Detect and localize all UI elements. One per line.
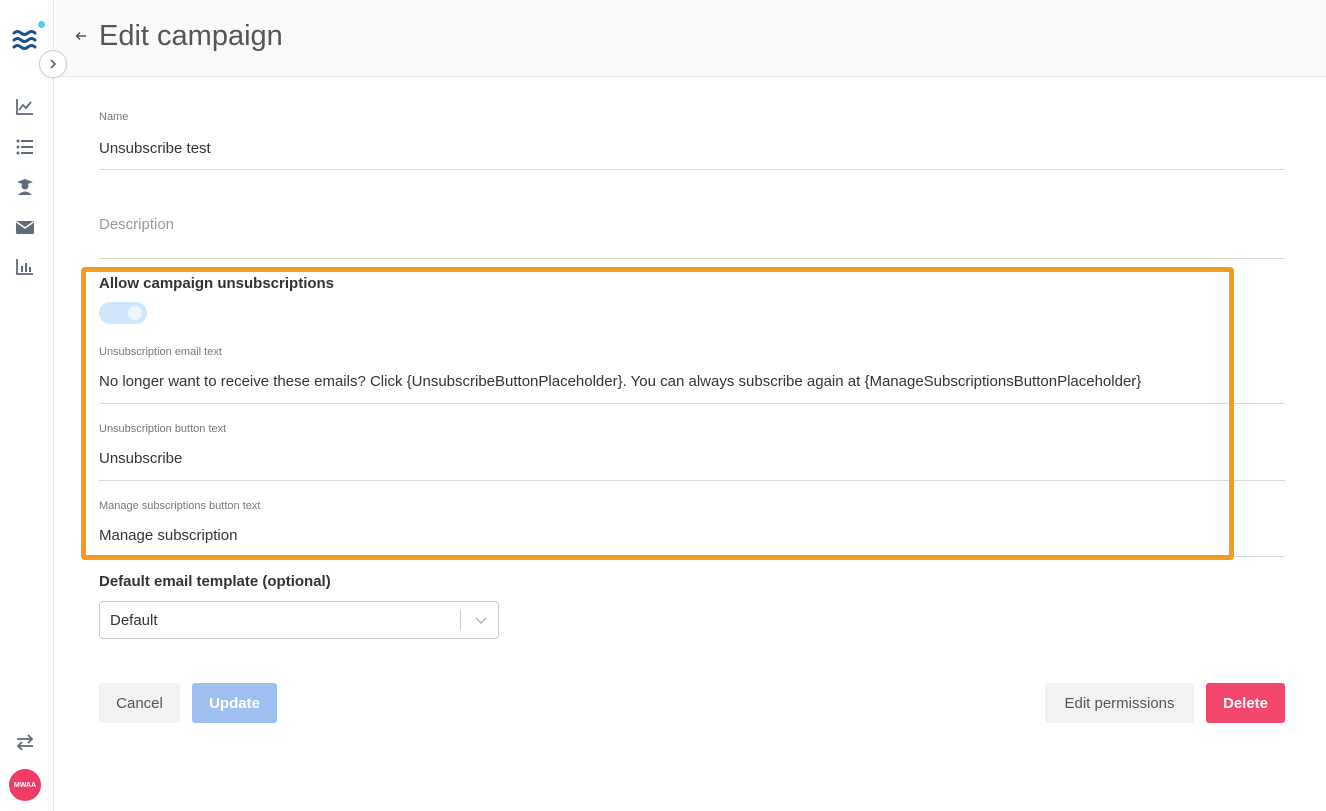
edit-permissions-button[interactable]: Edit permissions bbox=[1045, 683, 1194, 723]
chevron-down-icon[interactable] bbox=[474, 613, 488, 627]
email-text-value: No longer want to receive these emails? … bbox=[99, 373, 1142, 390]
unsubscribe-toggle[interactable] bbox=[99, 302, 147, 324]
template-select[interactable]: Default bbox=[99, 601, 499, 639]
list-icon[interactable] bbox=[15, 137, 35, 157]
avatar[interactable]: MWAA bbox=[9, 769, 41, 801]
line-chart-icon[interactable] bbox=[15, 97, 35, 117]
name-label: Name bbox=[99, 111, 129, 123]
email-text-label: Unsubscription email text bbox=[99, 346, 222, 358]
delete-button[interactable]: Delete bbox=[1206, 683, 1285, 723]
sidebar-expand-button[interactable] bbox=[39, 50, 67, 78]
back-arrow-icon[interactable] bbox=[74, 29, 88, 43]
description-field[interactable]: Description bbox=[99, 200, 1285, 259]
bar-chart-icon[interactable] bbox=[15, 257, 35, 277]
name-value: Unsubscribe test bbox=[99, 140, 211, 157]
name-field[interactable]: Name Unsubscribe test bbox=[99, 105, 1285, 170]
cancel-button[interactable]: Cancel bbox=[99, 683, 180, 723]
button-text-field[interactable]: Unsubscription button text Unsubscribe bbox=[99, 417, 1285, 481]
update-button[interactable]: Update bbox=[192, 683, 277, 723]
button-text-value: Unsubscribe bbox=[99, 450, 183, 467]
toggle-knob bbox=[128, 306, 142, 320]
sidebar: MWAA bbox=[0, 0, 54, 811]
envelope-icon[interactable] bbox=[15, 217, 35, 237]
manage-text-label: Manage subscriptions button text bbox=[99, 500, 261, 512]
swap-icon[interactable] bbox=[15, 732, 35, 752]
manage-text-value: Manage subscription bbox=[99, 527, 238, 544]
page-title: Edit campaign bbox=[99, 20, 283, 52]
waves-logo-icon[interactable] bbox=[12, 28, 38, 54]
status-dot bbox=[38, 21, 45, 28]
manage-text-field[interactable]: Manage subscriptions button text Manage … bbox=[99, 494, 1285, 557]
template-select-value: Default bbox=[110, 612, 158, 629]
unsubscribe-heading: Allow campaign unsubscriptions bbox=[99, 275, 335, 292]
email-text-field[interactable]: Unsubscription email text No longer want… bbox=[99, 340, 1285, 404]
select-separator bbox=[460, 610, 461, 630]
chevron-right-icon bbox=[50, 59, 57, 69]
button-text-label: Unsubscription button text bbox=[99, 423, 227, 435]
page-header: Edit campaign bbox=[55, 0, 1326, 77]
description-placeholder: Description bbox=[99, 216, 175, 233]
graduate-icon[interactable] bbox=[15, 177, 35, 197]
template-heading: Default email template (optional) bbox=[99, 573, 331, 590]
